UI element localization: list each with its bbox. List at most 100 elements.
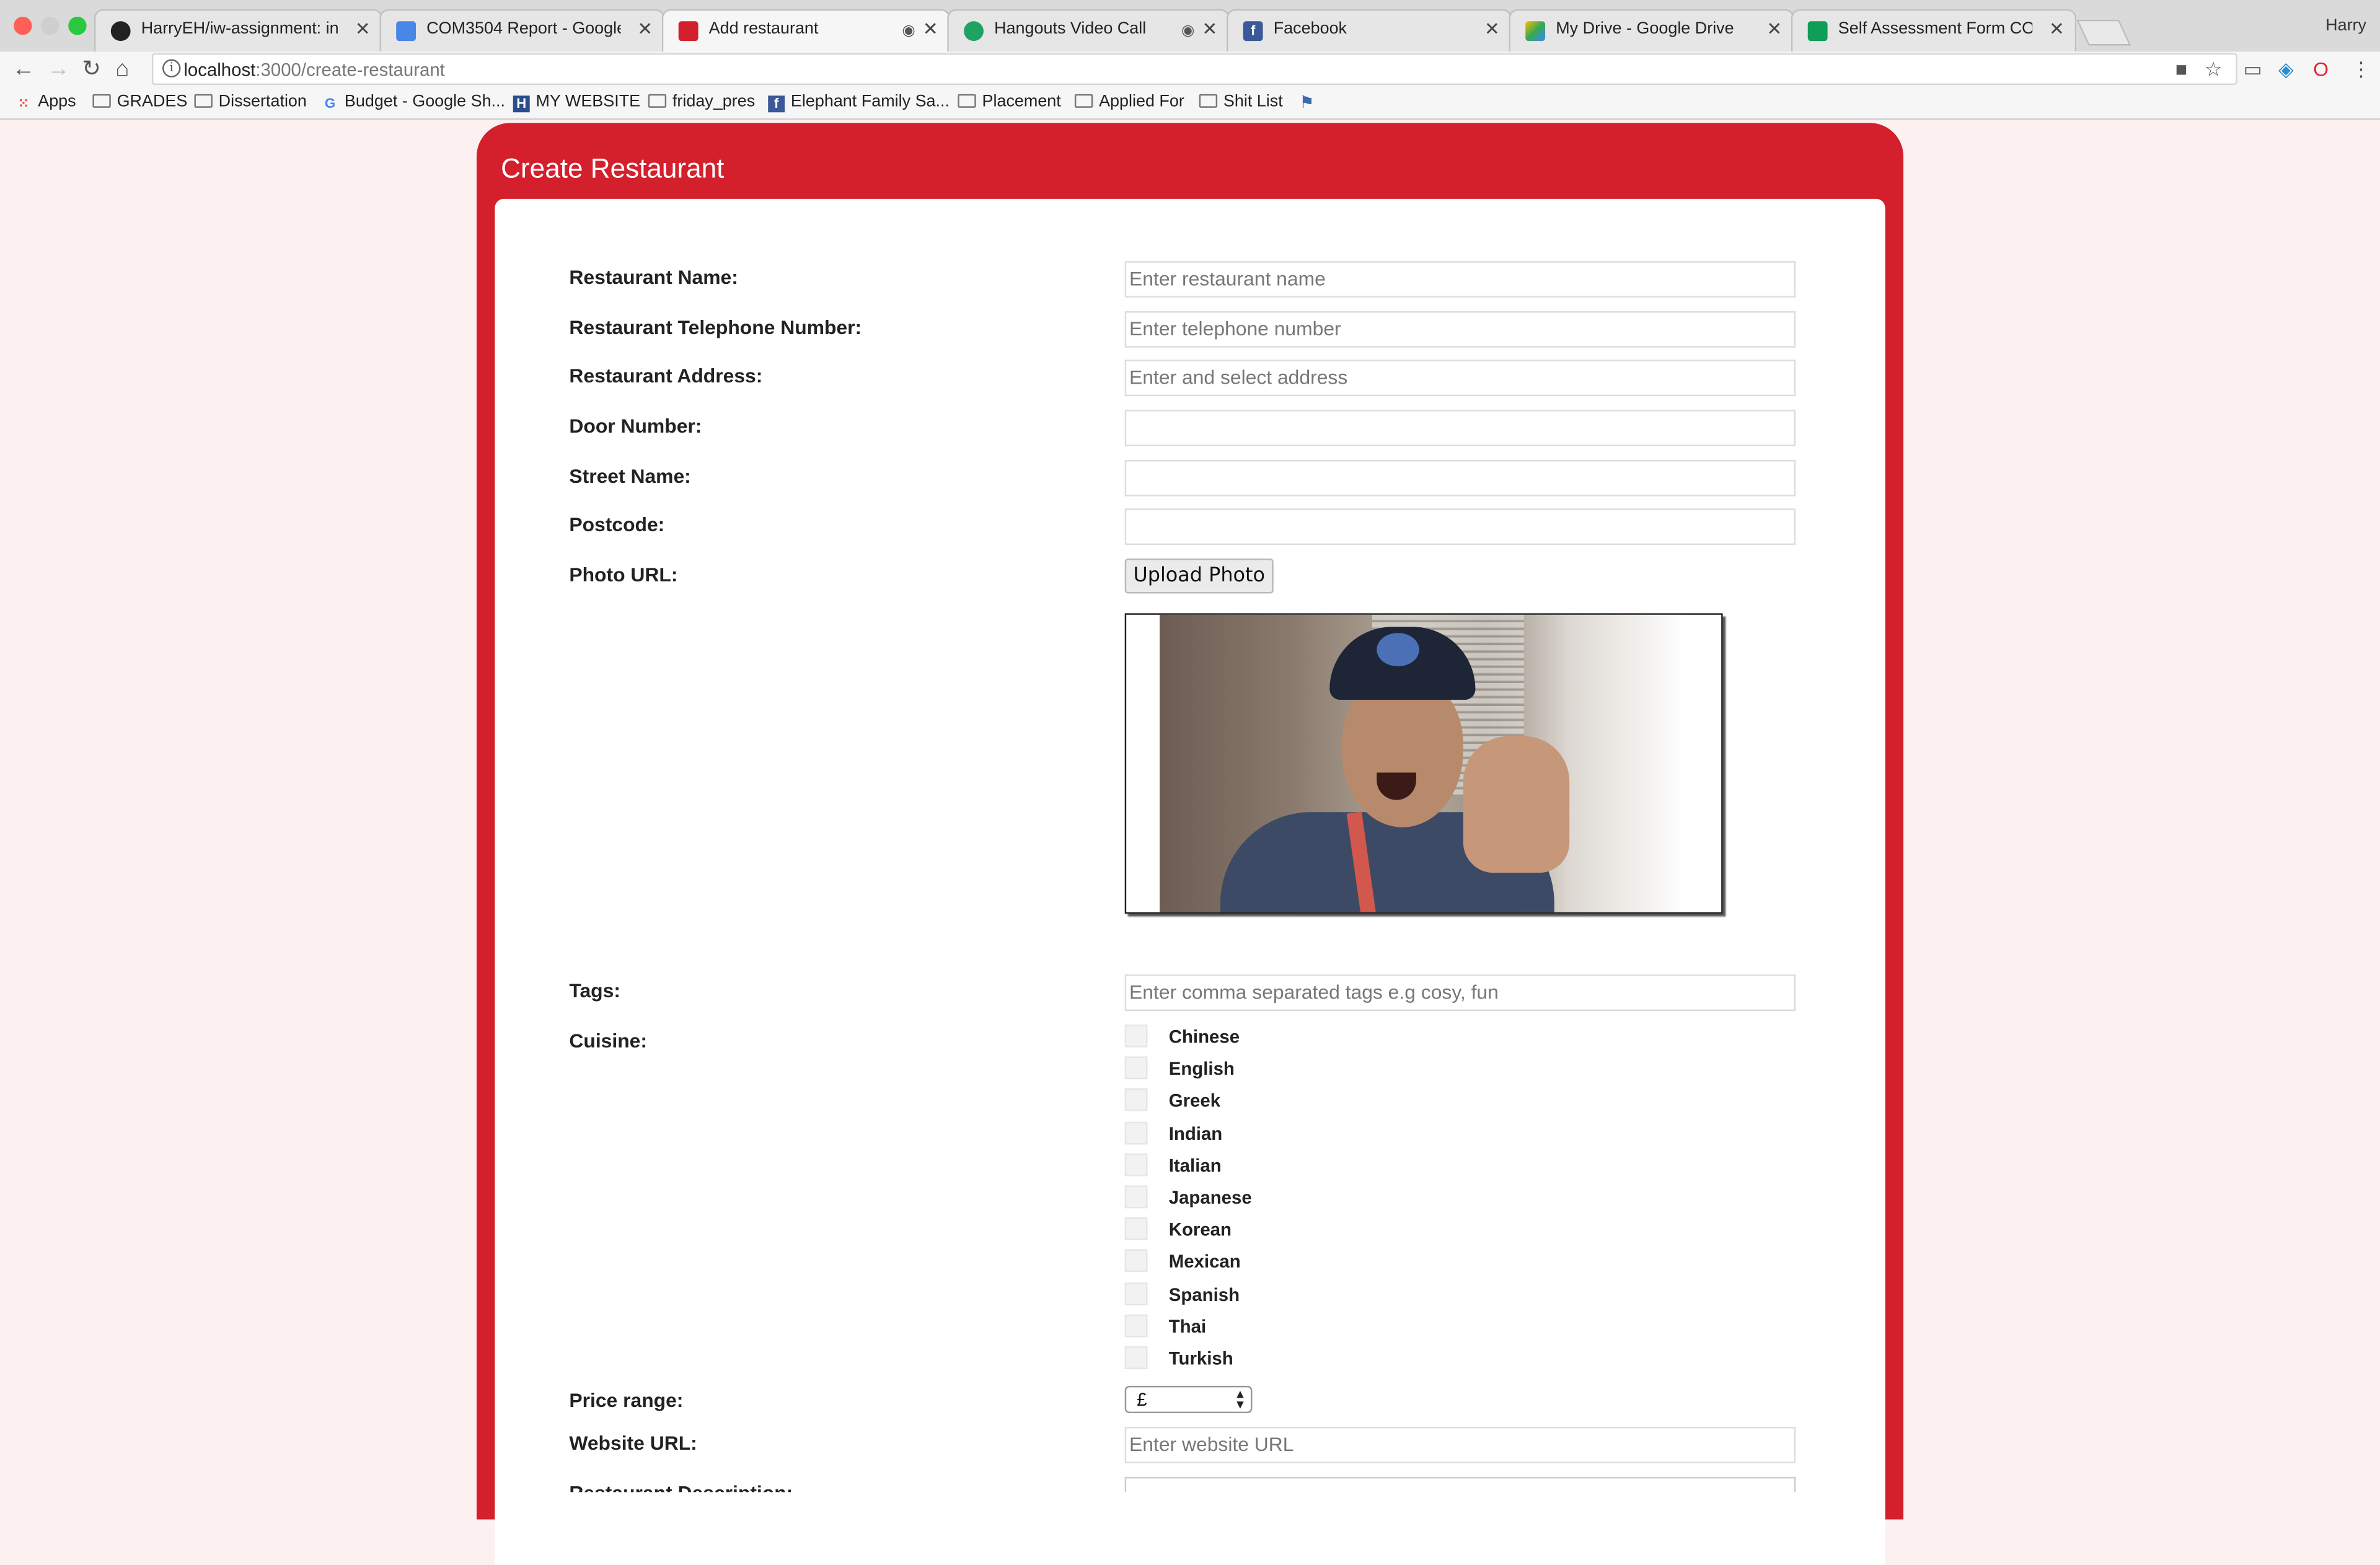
cuisine-checkbox[interactable] bbox=[1124, 1056, 1148, 1080]
reload-icon[interactable]: ↻ bbox=[82, 56, 101, 84]
bookmark-item[interactable]: friday_pres bbox=[648, 92, 755, 111]
bookmarks-bar: ⁙ Apps GRADES Dissertation G Budget - Goog… bbox=[0, 88, 2380, 120]
price-range-value: £ bbox=[1137, 1388, 1147, 1411]
bookmark-item[interactable]: Dissertation bbox=[194, 92, 307, 111]
bookmark-item[interactable]: ⁙ Apps bbox=[15, 92, 76, 112]
minimize-window-icon[interactable] bbox=[41, 16, 60, 35]
tags-input[interactable]: Enter comma separated tags e.g cosy, fun bbox=[1124, 974, 1796, 1012]
tags-label: Tags: bbox=[569, 979, 620, 1002]
cuisine-checkbox[interactable] bbox=[1124, 1346, 1148, 1369]
bookmark-item[interactable]: Placement bbox=[958, 92, 1061, 111]
telephone-label: Restaurant Telephone Number: bbox=[569, 315, 862, 339]
cuisine-checkbox[interactable] bbox=[1124, 1282, 1148, 1305]
cast-icon[interactable]: ▭ bbox=[2244, 58, 2262, 82]
door-number-label: Door Number: bbox=[569, 414, 702, 438]
cuisine-checkbox[interactable] bbox=[1124, 1088, 1148, 1112]
website-url-input[interactable]: Enter website URL bbox=[1124, 1427, 1796, 1463]
url-text[interactable]: localhost:3000/create-restaurant bbox=[183, 60, 445, 81]
cuisine-checkbox[interactable] bbox=[1124, 1217, 1148, 1241]
cuisine-option-label: Thai bbox=[1168, 1315, 1207, 1338]
cuisine-option-label: Korean bbox=[1168, 1219, 1232, 1241]
door-number-input[interactable] bbox=[1124, 410, 1796, 447]
cuisine-option-label: English bbox=[1168, 1058, 1235, 1080]
bookmark-star-icon[interactable]: ☆ bbox=[2205, 58, 2223, 82]
browser-tab-active[interactable]: Add restaurant ◉ ✕ bbox=[661, 9, 951, 53]
tab-close-icon[interactable]: ✕ bbox=[1202, 18, 1217, 39]
bookmark-item[interactable]: G Budget - Google Sh... bbox=[322, 92, 505, 112]
menu-kebab-icon[interactable]: ⋮ bbox=[2351, 58, 2371, 82]
browser-tab[interactable]: COM3504 Report - Google Do ✕ bbox=[379, 9, 665, 52]
tab-close-icon[interactable]: ✕ bbox=[2049, 18, 2065, 39]
camera-icon[interactable]: ■ bbox=[2175, 58, 2187, 81]
cuisine-checkbox[interactable] bbox=[1124, 1314, 1148, 1338]
restaurant-name-input[interactable]: Enter restaurant name bbox=[1124, 261, 1796, 298]
tab-close-icon[interactable]: ✕ bbox=[355, 18, 371, 39]
street-name-label: Street Name: bbox=[569, 464, 691, 488]
price-range-label: Price range: bbox=[569, 1388, 684, 1412]
opera-icon[interactable]: O bbox=[2313, 58, 2329, 81]
street-name-input[interactable] bbox=[1124, 460, 1796, 496]
bookmark-item[interactable]: f Elephant Family Sa... bbox=[768, 92, 950, 113]
address-bar[interactable]: i localhost:3000/create-restaurant ■ ☆ bbox=[151, 53, 2237, 86]
bookmark-item[interactable]: Shit List bbox=[1199, 92, 1283, 111]
close-window-icon[interactable] bbox=[14, 16, 32, 35]
cuisine-checkbox[interactable] bbox=[1124, 1025, 1148, 1047]
description-textarea[interactable] bbox=[1124, 1476, 1796, 1492]
facebook-icon: f bbox=[768, 95, 785, 113]
address-label: Restaurant Address: bbox=[569, 364, 763, 387]
browser-tab[interactable]: Self Assessment Form COM35 ✕ bbox=[1791, 9, 2077, 52]
browser-toolbar: ← → ↻ ⌂ i localhost:3000/create-restaura… bbox=[0, 51, 2380, 89]
cuisine-checkbox[interactable] bbox=[1124, 1185, 1148, 1209]
cuisine-checkbox[interactable] bbox=[1124, 1153, 1148, 1176]
tab-close-icon[interactable]: ✕ bbox=[637, 18, 653, 39]
description-label: Restaurant Description: bbox=[569, 1481, 793, 1492]
postcode-input[interactable] bbox=[1124, 508, 1796, 545]
flag-icon[interactable]: ⚑ bbox=[1299, 92, 1314, 112]
browser-tab[interactable]: f Facebook ✕ bbox=[1226, 9, 1512, 52]
address-input[interactable]: Enter and select address bbox=[1124, 359, 1796, 397]
tab-close-icon[interactable]: ✕ bbox=[1484, 18, 1500, 39]
cuisine-checkbox[interactable] bbox=[1124, 1250, 1148, 1273]
folder-icon bbox=[958, 94, 976, 108]
google-icon: G bbox=[325, 95, 336, 111]
new-tab-button[interactable] bbox=[2076, 19, 2131, 46]
extension-icon[interactable]: ◈ bbox=[2278, 58, 2293, 82]
folder-icon bbox=[194, 94, 213, 108]
cuisine-option-label: Mexican bbox=[1168, 1251, 1241, 1273]
cuisine-option-label: Italian bbox=[1168, 1155, 1222, 1176]
bookmark-item[interactable]: Applied For bbox=[1074, 92, 1184, 111]
home-icon[interactable]: ⌂ bbox=[115, 56, 129, 84]
hangouts-icon bbox=[964, 21, 984, 42]
folder-icon bbox=[648, 94, 667, 108]
postcode-label: Postcode: bbox=[569, 513, 665, 536]
cuisine-checkbox[interactable] bbox=[1124, 1121, 1148, 1144]
bookmark-item[interactable]: GRADES bbox=[92, 92, 187, 111]
browser-tab[interactable]: My Drive - Google Drive ✕ bbox=[1509, 9, 1794, 52]
bookmark-item[interactable]: H MY WEBSITE bbox=[513, 92, 640, 113]
maximize-window-icon[interactable] bbox=[68, 16, 87, 35]
forward-arrow-icon[interactable]: → bbox=[47, 56, 70, 84]
cuisine-option-label: Indian bbox=[1168, 1122, 1223, 1144]
browser-tab[interactable]: HarryEH/iw-assignment: intelli ✕ bbox=[94, 9, 383, 52]
website-url-label: Website URL: bbox=[569, 1431, 697, 1455]
price-range-select[interactable]: £ ▲ ▼ bbox=[1124, 1385, 1253, 1414]
webcam-photo bbox=[1160, 614, 1685, 912]
info-icon[interactable]: i bbox=[162, 59, 181, 77]
browser-tab[interactable]: Hangouts Video Call ◉ ✕ bbox=[947, 9, 1230, 52]
tab-close-icon[interactable]: ✕ bbox=[923, 18, 938, 39]
telephone-input[interactable]: Enter telephone number bbox=[1124, 311, 1796, 348]
cuisine-option-label: Greek bbox=[1168, 1090, 1221, 1112]
cuisine-label: Cuisine: bbox=[569, 1029, 648, 1052]
cuisine-option-label: Turkish bbox=[1168, 1347, 1233, 1369]
folder-icon bbox=[1199, 94, 1218, 108]
github-icon bbox=[110, 21, 131, 42]
select-arrows-icon: ▲ ▼ bbox=[1234, 1387, 1246, 1412]
photo-preview bbox=[1124, 613, 1723, 914]
profile-name[interactable]: Harry bbox=[2325, 17, 2366, 35]
tab-close-icon[interactable]: ✕ bbox=[1766, 18, 1782, 39]
cuisine-option-label: Chinese bbox=[1168, 1026, 1240, 1047]
back-arrow-icon[interactable]: ← bbox=[12, 56, 35, 84]
google-drive-icon bbox=[1525, 21, 1546, 42]
upload-photo-button[interactable]: Upload Photo bbox=[1124, 558, 1274, 594]
create-restaurant-form: Restaurant Name: Enter restaurant name R… bbox=[495, 198, 1885, 1565]
